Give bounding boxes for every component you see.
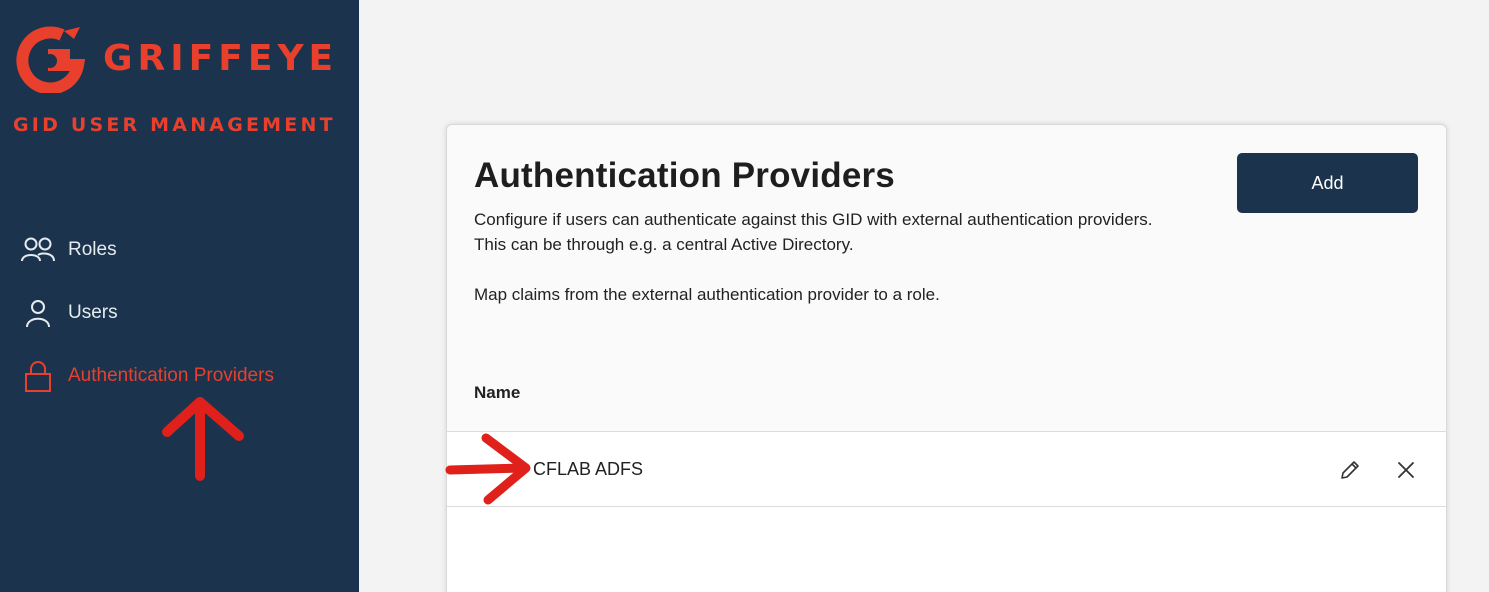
- users-icon: [20, 233, 56, 267]
- table-row[interactable]: CFLAB ADFS: [447, 431, 1446, 507]
- sidebar-item-label: Authentication Providers: [68, 365, 274, 386]
- user-icon: [20, 296, 56, 330]
- description-line: This can be through e.g. a central Activ…: [474, 235, 854, 254]
- sidebar-item-roles[interactable]: Roles: [20, 230, 117, 270]
- authentication-providers-card: Authentication Providers Configure if us…: [446, 124, 1447, 592]
- provider-name[interactable]: CFLAB ADFS: [533, 459, 643, 480]
- sidebar: GRIFFEYE GID USER MANAGEMENT Roles Users: [0, 0, 359, 592]
- description-line: Map claims from the external authenticat…: [474, 285, 940, 304]
- sidebar-item-users[interactable]: Users: [20, 293, 118, 333]
- sidebar-item-label: Users: [68, 302, 118, 323]
- close-icon[interactable]: [1393, 457, 1419, 483]
- sidebar-item-label: Roles: [68, 239, 117, 260]
- sidebar-item-authentication-providers[interactable]: Authentication Providers: [20, 356, 274, 396]
- table-empty-area: [447, 507, 1446, 592]
- pencil-icon[interactable]: [1337, 457, 1363, 483]
- add-button[interactable]: Add: [1237, 153, 1418, 213]
- column-header-name: Name: [474, 383, 521, 402]
- brand-name: GRIFFEYE: [103, 38, 339, 79]
- griffeye-logo-icon: [16, 26, 86, 93]
- page-description: Configure if users can authenticate agai…: [474, 207, 1194, 307]
- brand-subtitle: GID USER MANAGEMENT: [13, 114, 336, 136]
- description-line: Configure if users can authenticate agai…: [474, 210, 1153, 229]
- page-title: Authentication Providers: [474, 156, 895, 195]
- lock-icon: [20, 359, 56, 393]
